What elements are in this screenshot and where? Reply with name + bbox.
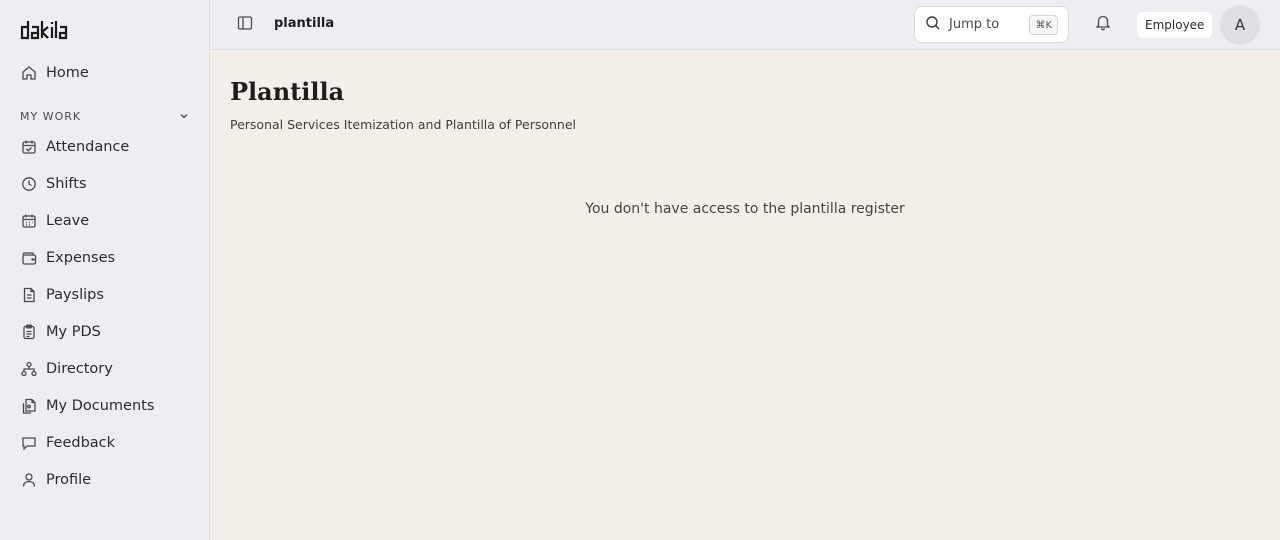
document-icon: [20, 286, 38, 304]
sidebar-item-label: My PDS: [46, 324, 101, 340]
org-chart-icon: [20, 360, 38, 378]
sidebar-item-label: Directory: [46, 361, 113, 377]
sidebar-item-attendance[interactable]: Attendance: [12, 131, 198, 163]
bell-icon: [1094, 13, 1112, 35]
file-stack-icon: [20, 397, 38, 415]
sidebar-item-label: Home: [46, 65, 89, 81]
sidebar-item-feedback[interactable]: Feedback: [12, 427, 198, 459]
sidebar-item-shifts[interactable]: Shifts: [12, 168, 198, 200]
user-icon: [20, 471, 38, 489]
page-subtitle: Personal Services Itemization and Planti…: [230, 117, 577, 132]
jump-to-label: Jump to: [949, 17, 1000, 32]
breadcrumb[interactable]: plantilla: [274, 16, 334, 31]
sidebar-item-label: My Documents: [46, 398, 155, 414]
section-my-work[interactable]: MY WORK: [20, 106, 190, 126]
sidebar-item-label: Feedback: [46, 435, 116, 451]
page-title: Plantilla: [230, 77, 345, 106]
sidebar-item-profile[interactable]: Profile: [12, 464, 198, 496]
sidebar-item-leave[interactable]: Leave: [12, 205, 198, 237]
calendar-check-icon: [20, 138, 38, 156]
search-icon: [925, 15, 941, 35]
sidebar-item-label: Shifts: [46, 176, 87, 192]
dakila-logo-icon: [20, 21, 68, 40]
keyboard-shortcut: ⌘K: [1029, 15, 1058, 35]
sidebar-item-label: Expenses: [46, 250, 116, 266]
top-bar: plantilla Jump to ⌘K Employee A: [210, 0, 1280, 50]
sidebar-item-my-documents[interactable]: My Documents: [12, 390, 198, 422]
notifications-button[interactable]: [1093, 14, 1113, 34]
sidebar-item-expenses[interactable]: Expenses: [12, 242, 198, 274]
role-switcher[interactable]: Employee: [1137, 12, 1213, 38]
jump-to-search[interactable]: Jump to ⌘K: [914, 6, 1069, 43]
clipboard-icon: [20, 323, 38, 341]
calendar-icon: [20, 212, 38, 230]
wallet-icon: [20, 249, 38, 267]
sidebar-toggle-button[interactable]: [236, 16, 254, 34]
message-square-icon: [20, 434, 38, 452]
home-icon: [20, 64, 38, 82]
avatar[interactable]: A: [1220, 5, 1260, 45]
sidebar: Home MY WORK Attendance Shifts Leave Exp…: [0, 0, 210, 540]
chevron-down-icon: [178, 107, 190, 126]
clock-icon: [20, 175, 38, 193]
sidebar-item-payslips[interactable]: Payslips: [12, 279, 198, 311]
section-label: MY WORK: [20, 109, 82, 123]
sidebar-item-home[interactable]: Home: [12, 57, 198, 89]
sidebar-item-my-pds[interactable]: My PDS: [12, 316, 198, 348]
app-logo[interactable]: [20, 17, 78, 41]
sidebar-item-label: Leave: [46, 213, 90, 229]
sidebar-item-label: Profile: [46, 472, 92, 488]
sidebar-item-label: Attendance: [46, 139, 130, 155]
main-content: Plantilla Personal Services Itemization …: [210, 51, 1280, 540]
empty-state-message: You don't have access to the plantilla r…: [585, 201, 905, 217]
panel-left-icon: [237, 15, 253, 35]
sidebar-item-label: Payslips: [46, 287, 104, 303]
sidebar-item-directory[interactable]: Directory: [12, 353, 198, 385]
